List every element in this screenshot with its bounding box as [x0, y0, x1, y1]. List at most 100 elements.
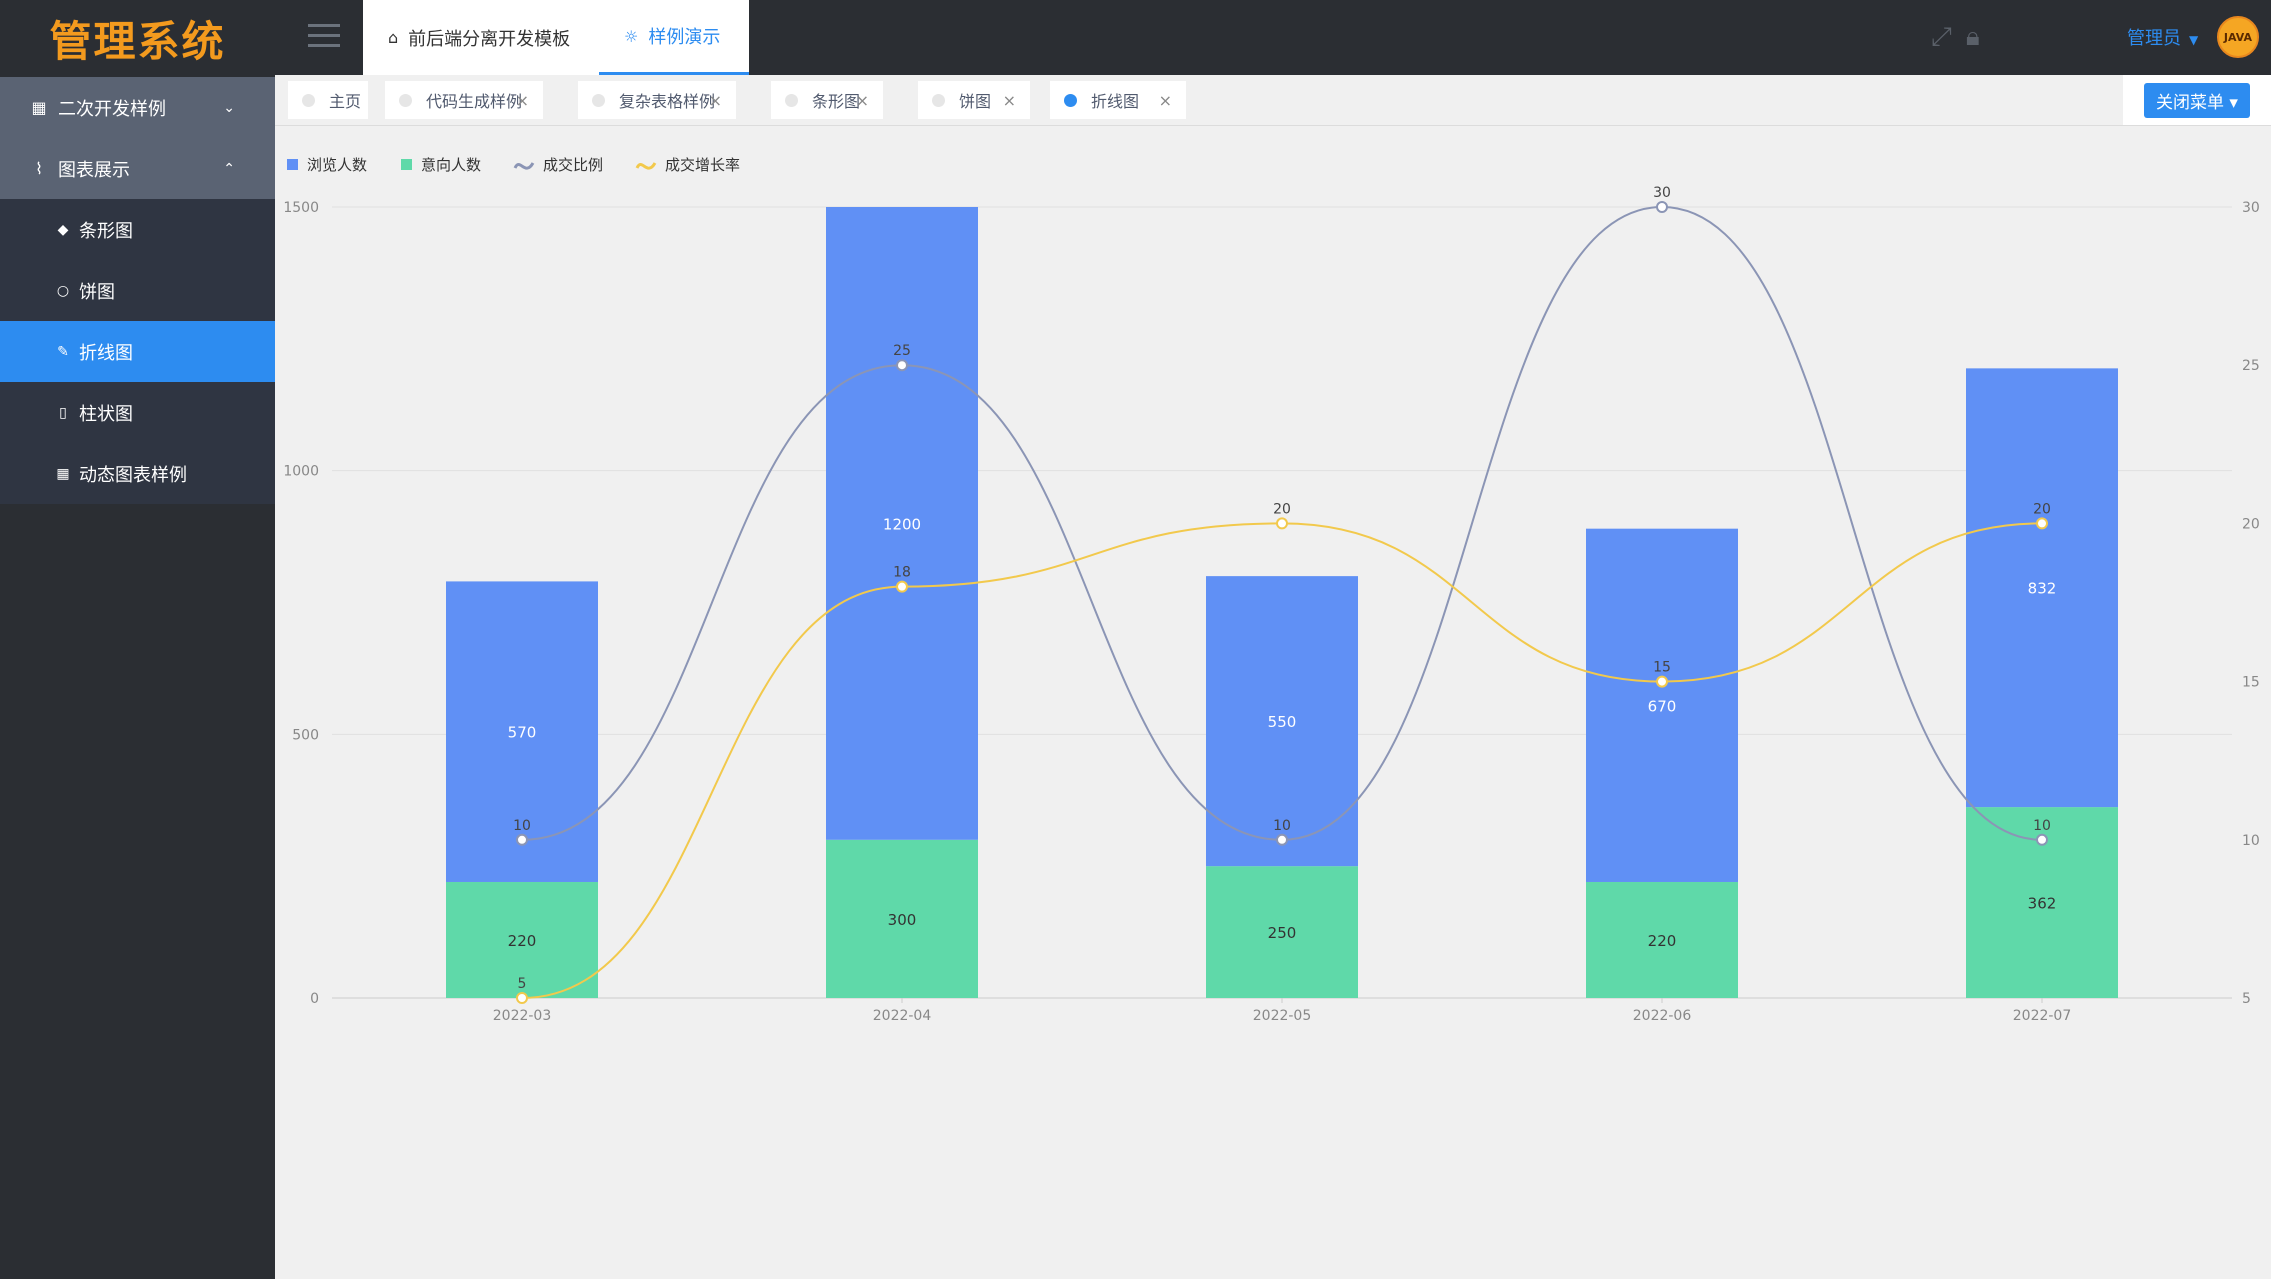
menu-group-charts[interactable]: ⌇ 图表展示 ⌃ [0, 138, 275, 199]
line-point [1276, 517, 1288, 530]
sidebar-item-label: 柱状图 [79, 403, 133, 425]
bar-intent-label: 300 [888, 911, 917, 929]
menu-group-label: 二次开发样例 [58, 98, 166, 120]
tab-dot-icon [302, 93, 315, 107]
line-point [896, 580, 908, 593]
line-point-label: 20 [1273, 501, 1291, 517]
x-tick-label: 2022-07 [2013, 1008, 2072, 1024]
sidebar-item-pie-chart[interactable]: ○ 饼图 [0, 260, 275, 321]
sidebar-item-label: 折线图 [79, 342, 133, 364]
avatar[interactable]: JAVA [2217, 16, 2259, 58]
tag-icon: ◆ [57, 221, 69, 238]
close-icon[interactable]: × [1003, 91, 1016, 110]
legend-swatch [287, 159, 298, 170]
tab-dot-icon [592, 93, 605, 107]
sidebar-item-line-chart[interactable]: ✎ 折线图 [0, 321, 275, 382]
x-tick-label: 2022-04 [873, 1008, 932, 1024]
y-left-tick-label: 1000 [283, 464, 319, 480]
legend-label: 成交比例 [543, 156, 603, 174]
line-point-label: 15 [1653, 660, 1671, 676]
bar-views-label: 832 [2028, 580, 2057, 598]
tab-home[interactable]: 主页 [288, 81, 368, 119]
close-menu-area: 关闭菜单 ▾ [2123, 75, 2271, 125]
header-tab-template[interactable]: ⌂ 前后端分离开发模板 [363, 0, 599, 75]
tab-label: 条形图 [812, 92, 861, 111]
sidebar-item-label: 饼图 [79, 281, 115, 303]
sidebar-item-bar-chart[interactable]: ◆ 条形图 [0, 199, 275, 260]
close-icon[interactable]: × [516, 91, 529, 110]
line-point [896, 359, 908, 372]
line-point-label: 30 [1653, 185, 1671, 201]
y-right-tick-label: 15 [2242, 675, 2260, 691]
y-left-tick-label: 0 [310, 991, 319, 1007]
bar-intent-label: 362 [2028, 895, 2057, 913]
tab-pie-chart[interactable]: 饼图 × [918, 81, 1030, 119]
header-tab-label: 样例演示 [648, 27, 721, 48]
tab-bar-chart[interactable]: 条形图 × [771, 81, 883, 119]
sidebar-item-label: 条形图 [79, 220, 133, 242]
line-point [1656, 675, 1668, 688]
y-left-tick-label: 500 [292, 727, 319, 743]
page-tabs-bar: 主页 代码生成样例 × 复杂表格样例 × 条形图 × 饼图 × 折线图 × 关闭… [275, 75, 2271, 126]
tab-label: 复杂表格样例 [619, 92, 716, 111]
legend-line-swatch [513, 162, 535, 170]
tab-label: 饼图 [959, 92, 992, 111]
line-point [1276, 833, 1288, 846]
user-name: 管理员 [2127, 28, 2181, 49]
close-icon[interactable]: × [709, 91, 722, 110]
header-tab-samples[interactable]: ☼ 样例演示 [599, 0, 749, 75]
legend-label: 浏览人数 [307, 156, 367, 174]
x-tick-label: 2022-05 [1253, 1008, 1312, 1024]
close-icon[interactable]: × [856, 91, 869, 110]
menu-group-dev-samples[interactable]: ▦ 二次开发样例 ⌄ [0, 77, 275, 138]
tab-dot-icon [399, 93, 412, 107]
tab-complex-table[interactable]: 复杂表格样例 × [578, 81, 736, 119]
bar-intent-label: 220 [1648, 932, 1677, 950]
x-tick-label: 2022-03 [493, 1008, 552, 1024]
sidebar-item-column-chart[interactable]: ▯ 柱状图 [0, 382, 275, 443]
line-point-label: 5 [518, 976, 527, 992]
sidebar-item-dynamic-chart[interactable]: ▦ 动态图表样例 [0, 443, 275, 504]
lock-icon[interactable]: 🔒︎ [1966, 22, 1980, 53]
line-point [516, 833, 528, 846]
pencil-icon: ✎ [57, 343, 69, 360]
grid-icon: ▦ [31, 98, 47, 117]
user-menu[interactable]: 管理员 ▼ [2127, 24, 2198, 50]
bar-intent-label: 220 [508, 932, 537, 950]
y-right-tick-label: 20 [2242, 516, 2260, 532]
close-icon[interactable]: × [1159, 91, 1172, 110]
bar-views-label: 670 [1648, 697, 1677, 715]
app-logo[interactable]: 管理系统 [0, 0, 275, 77]
line-point [2036, 833, 2048, 846]
bulb-icon: ☼ [624, 26, 639, 46]
bar-views-label: 550 [1268, 713, 1297, 731]
tab-label: 折线图 [1091, 92, 1140, 111]
caret-down-icon: ▼ [2189, 33, 2199, 47]
home-icon: ⌂ [388, 28, 399, 47]
y-right-tick-label: 5 [2242, 991, 2251, 1007]
legend-swatch [401, 159, 412, 170]
close-menu-label: 关闭菜单 [2156, 92, 2225, 113]
header-tab-label: 前后端分离开发模板 [408, 28, 571, 50]
legend-label: 意向人数 [421, 156, 481, 174]
line-point-label: 10 [513, 818, 531, 834]
bar-intent-label: 250 [1268, 924, 1297, 942]
line-point [516, 992, 528, 1004]
y-left-tick-label: 1500 [283, 200, 319, 216]
legend-label: 成交增长率 [665, 156, 740, 174]
tab-label: 主页 [329, 92, 362, 111]
tab-dot-icon [785, 93, 798, 107]
tab-codegen[interactable]: 代码生成样例 × [385, 81, 543, 119]
line-point [1656, 201, 1668, 213]
close-menu-button[interactable]: 关闭菜单 ▾ [2144, 82, 2250, 118]
tab-label: 代码生成样例 [426, 92, 523, 111]
tab-line-chart[interactable]: 折线图 × [1050, 81, 1186, 119]
phone-icon: ▯ [59, 404, 67, 421]
grid-icon: ▦ [56, 465, 70, 482]
x-tick-label: 2022-06 [1633, 1008, 1692, 1024]
fullscreen-icon[interactable]: ⤢ [1931, 22, 1952, 53]
chevron-up-icon: ⌃ [223, 160, 235, 177]
line-point-label: 18 [893, 565, 911, 581]
pulse-icon: ⌇ [35, 159, 43, 178]
menu-toggle-icon[interactable] [308, 24, 340, 48]
